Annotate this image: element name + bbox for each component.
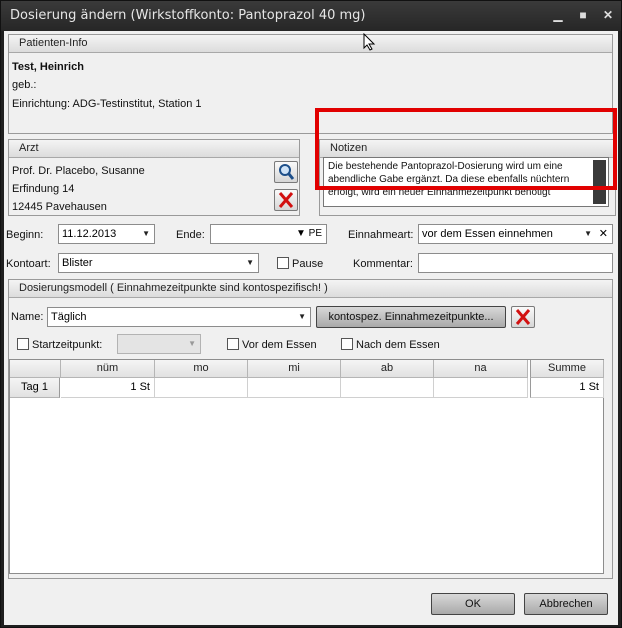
chevron-down-icon: ▼	[188, 339, 196, 348]
column-header-sum[interactable]: Summe	[530, 360, 604, 378]
dosing-grid[interactable]: nüm mo mi ab na Summe Tag 1 1 St 1 St	[9, 359, 604, 574]
doctor-header: Arzt	[9, 140, 299, 158]
cancel-button[interactable]: Abbrechen	[524, 593, 608, 615]
before-meal-checkbox[interactable]	[227, 338, 239, 350]
patient-info-header: Patienten-Info	[9, 35, 612, 53]
end-date-suffix: ▼ PE	[296, 225, 322, 243]
account-type-value: Blister	[62, 257, 93, 269]
begin-date-value: 11.12.2013	[62, 228, 117, 240]
maximize-icon[interactable]: ■	[574, 7, 592, 23]
doctor-street: Erfindung 14	[12, 183, 75, 195]
doctor-group: Arzt Prof. Dr. Placebo, Susanne Erfindun…	[8, 139, 300, 216]
close-icon[interactable]: ✕	[599, 7, 617, 23]
mouse-cursor-icon	[363, 33, 376, 51]
delete-icon	[278, 192, 294, 208]
before-meal-label: Vor dem Essen	[242, 339, 317, 351]
cell-num[interactable]: 1 St	[61, 378, 155, 398]
clear-icon[interactable]: ✕	[599, 225, 608, 243]
column-header-num[interactable]: nüm	[61, 360, 155, 378]
cell-sum: 1 St	[530, 378, 604, 398]
search-doctor-button[interactable]	[274, 161, 298, 183]
chevron-down-icon[interactable]: ▼	[584, 225, 592, 243]
account-type-select[interactable]: Blister ▼	[58, 253, 259, 273]
name-label: Name:	[11, 311, 44, 323]
dosing-name-select[interactable]: Täglich ▼	[47, 307, 311, 327]
begin-label: Beginn:	[6, 229, 44, 241]
cell-ab[interactable]	[341, 378, 434, 398]
doctor-city: 12445 Pavehausen	[12, 201, 107, 213]
column-header-mo[interactable]: mo	[155, 360, 248, 378]
title-bar[interactable]: Dosierung ändern (Wirkstoffkonto: Pantop…	[1, 1, 621, 31]
patient-facility: Einrichtung: ADG-Testinstitut, Station 1	[12, 98, 202, 110]
cell-mi[interactable]	[248, 378, 341, 398]
after-meal-checkbox[interactable]	[341, 338, 353, 350]
end-label: Ende:	[176, 229, 205, 241]
chevron-down-icon: ▼	[295, 228, 309, 239]
minimize-icon[interactable]: ▁	[549, 7, 567, 23]
cell-na[interactable]	[434, 378, 528, 398]
timepoints-button[interactable]: kontospez. Einnahmezeitpunkte...	[316, 306, 506, 328]
start-time-select[interactable]: ▼	[117, 334, 201, 354]
intake-select[interactable]: vor dem Essen einnehmen ✕ ▼	[418, 224, 613, 244]
column-header-na[interactable]: na	[434, 360, 528, 378]
grid-corner	[10, 360, 61, 378]
intake-value: vor dem Essen einnehmen	[422, 228, 553, 240]
ok-button[interactable]: OK	[431, 593, 515, 615]
window-title: Dosierung ändern (Wirkstoffkonto: Pantop…	[10, 8, 366, 23]
dosing-model-header: Dosierungsmodell ( Einnahmezeitpunkte si…	[9, 280, 612, 298]
highlight-frame	[315, 108, 617, 190]
patient-name: Test, Heinrich	[12, 61, 84, 73]
comment-field[interactable]	[418, 253, 613, 273]
end-suffix-text: PE	[308, 228, 322, 239]
row-header-day1[interactable]: Tag 1	[10, 378, 60, 398]
cell-mo[interactable]	[155, 378, 248, 398]
chevron-down-icon: ▼	[246, 258, 254, 267]
intake-label: Einnahmeart:	[348, 229, 414, 241]
doctor-name: Prof. Dr. Placebo, Susanne	[12, 165, 145, 177]
delete-icon	[515, 309, 531, 325]
pause-label: Pause	[292, 258, 324, 270]
remove-model-button[interactable]	[511, 306, 535, 328]
chevron-down-icon: ▼	[142, 229, 150, 238]
pause-checkbox[interactable]	[277, 257, 289, 269]
account-type-label: Kontoart:	[6, 258, 51, 270]
after-meal-label: Nach dem Essen	[356, 339, 440, 351]
begin-date-field[interactable]: 11.12.2013 ▼	[58, 224, 155, 244]
end-date-field[interactable]: ▼ PE	[210, 224, 327, 244]
patient-dob: geb.:	[12, 79, 37, 91]
column-header-ab[interactable]: ab	[341, 360, 434, 378]
dosing-name-value: Täglich	[51, 311, 87, 323]
start-time-label: Startzeitpunkt:	[32, 339, 103, 351]
start-time-checkbox[interactable]	[17, 338, 29, 350]
column-header-mi[interactable]: mi	[248, 360, 341, 378]
chevron-down-icon: ▼	[298, 312, 306, 321]
dialog-window: Dosierung ändern (Wirkstoffkonto: Pantop…	[0, 0, 622, 628]
remove-doctor-button[interactable]	[274, 189, 298, 211]
search-icon	[279, 164, 295, 180]
comment-label: Kommentar:	[353, 258, 413, 270]
